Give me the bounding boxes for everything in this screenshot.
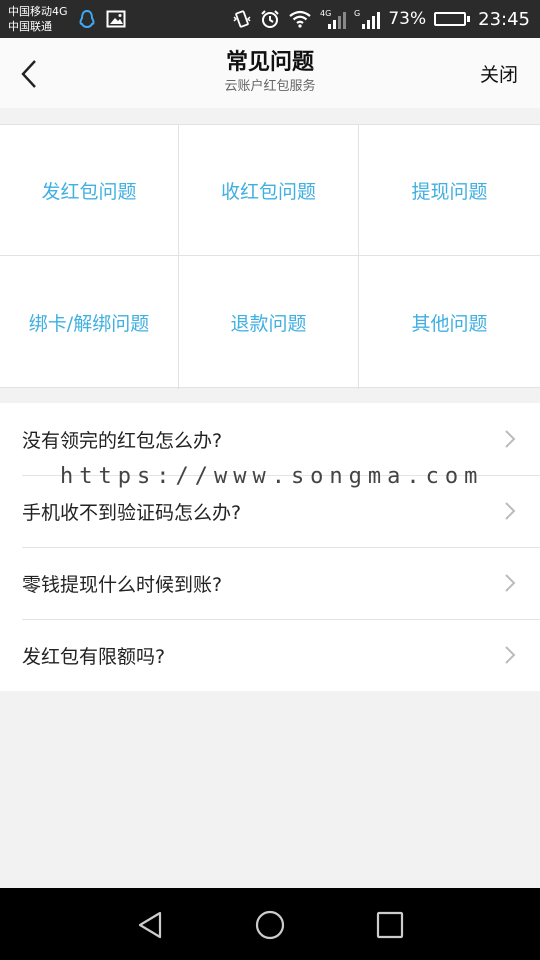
svg-text:4G: 4G xyxy=(320,9,331,18)
page-subtitle: 云账户红包服务 xyxy=(224,79,316,94)
alarm-icon xyxy=(260,9,280,29)
signal-g-icon: G xyxy=(354,8,381,30)
triangle-back-icon xyxy=(138,911,162,939)
category-bind-card[interactable]: 绑卡/解绑问题 xyxy=(0,256,179,389)
page-title: 常见问题 xyxy=(225,50,314,75)
category-refund[interactable]: 退款问题 xyxy=(179,256,359,389)
status-left: 中国移动4G 中国联通 xyxy=(8,4,126,34)
square-recents-icon xyxy=(376,911,404,939)
navigation-bar xyxy=(0,888,540,960)
header: 常见问题 云账户红包服务 关闭 xyxy=(0,38,540,108)
category-grid: 发红包问题 收红包问题 提现问题 绑卡/解绑问题 退款问题 其他问题 xyxy=(0,124,540,389)
faq-list: 没有领完的红包怎么办? 手机收不到验证码怎么办? 零钱提现什么时候到账? 发红包… xyxy=(0,403,540,691)
qq-icon xyxy=(78,9,96,29)
category-withdraw[interactable]: 提现问题 xyxy=(359,125,540,256)
svg-text:G: G xyxy=(354,9,360,18)
faq-item-label: 没有领完的红包怎么办? xyxy=(22,429,223,452)
status-bar: 中国移动4G 中国联通 4G G 73% 23:45 xyxy=(0,0,540,38)
chevron-right-icon xyxy=(505,502,516,520)
carrier-1: 中国移动4G xyxy=(8,5,68,18)
nav-recents-button[interactable] xyxy=(375,910,405,940)
faq-item-label: 零钱提现什么时候到账? xyxy=(22,573,223,596)
vibrate-icon xyxy=(232,9,252,29)
category-receive[interactable]: 收红包问题 xyxy=(179,125,359,256)
carrier-info: 中国移动4G 中国联通 xyxy=(8,4,68,34)
image-icon xyxy=(106,10,126,28)
chevron-right-icon xyxy=(505,646,516,664)
status-right: 4G G 73% 23:45 xyxy=(232,8,530,30)
close-button[interactable]: 关闭 xyxy=(480,60,518,87)
carrier-2: 中国联通 xyxy=(8,20,52,33)
wifi-icon xyxy=(288,10,312,28)
nav-home-button[interactable] xyxy=(255,910,285,940)
chevron-right-icon xyxy=(505,430,516,448)
faq-item-label: 手机收不到验证码怎么办? xyxy=(22,501,242,524)
title-wrap: 常见问题 云账户红包服务 xyxy=(0,48,540,96)
category-send[interactable]: 发红包问题 xyxy=(0,125,179,256)
clock: 23:45 xyxy=(478,8,530,30)
signal-4g-icon: 4G xyxy=(320,8,347,30)
battery-icon xyxy=(434,12,471,26)
category-other[interactable]: 其他问题 xyxy=(359,256,540,389)
watermark: https://www.songma.com xyxy=(60,464,484,489)
nav-back-button[interactable] xyxy=(135,910,165,940)
faq-item-label: 发红包有限额吗? xyxy=(22,645,166,668)
faq-item[interactable]: 发红包有限额吗? xyxy=(0,619,540,691)
circle-home-icon xyxy=(255,910,285,940)
battery-percent: 73% xyxy=(388,9,427,29)
chevron-right-icon xyxy=(505,574,516,592)
faq-item[interactable]: 零钱提现什么时候到账? xyxy=(0,547,540,619)
